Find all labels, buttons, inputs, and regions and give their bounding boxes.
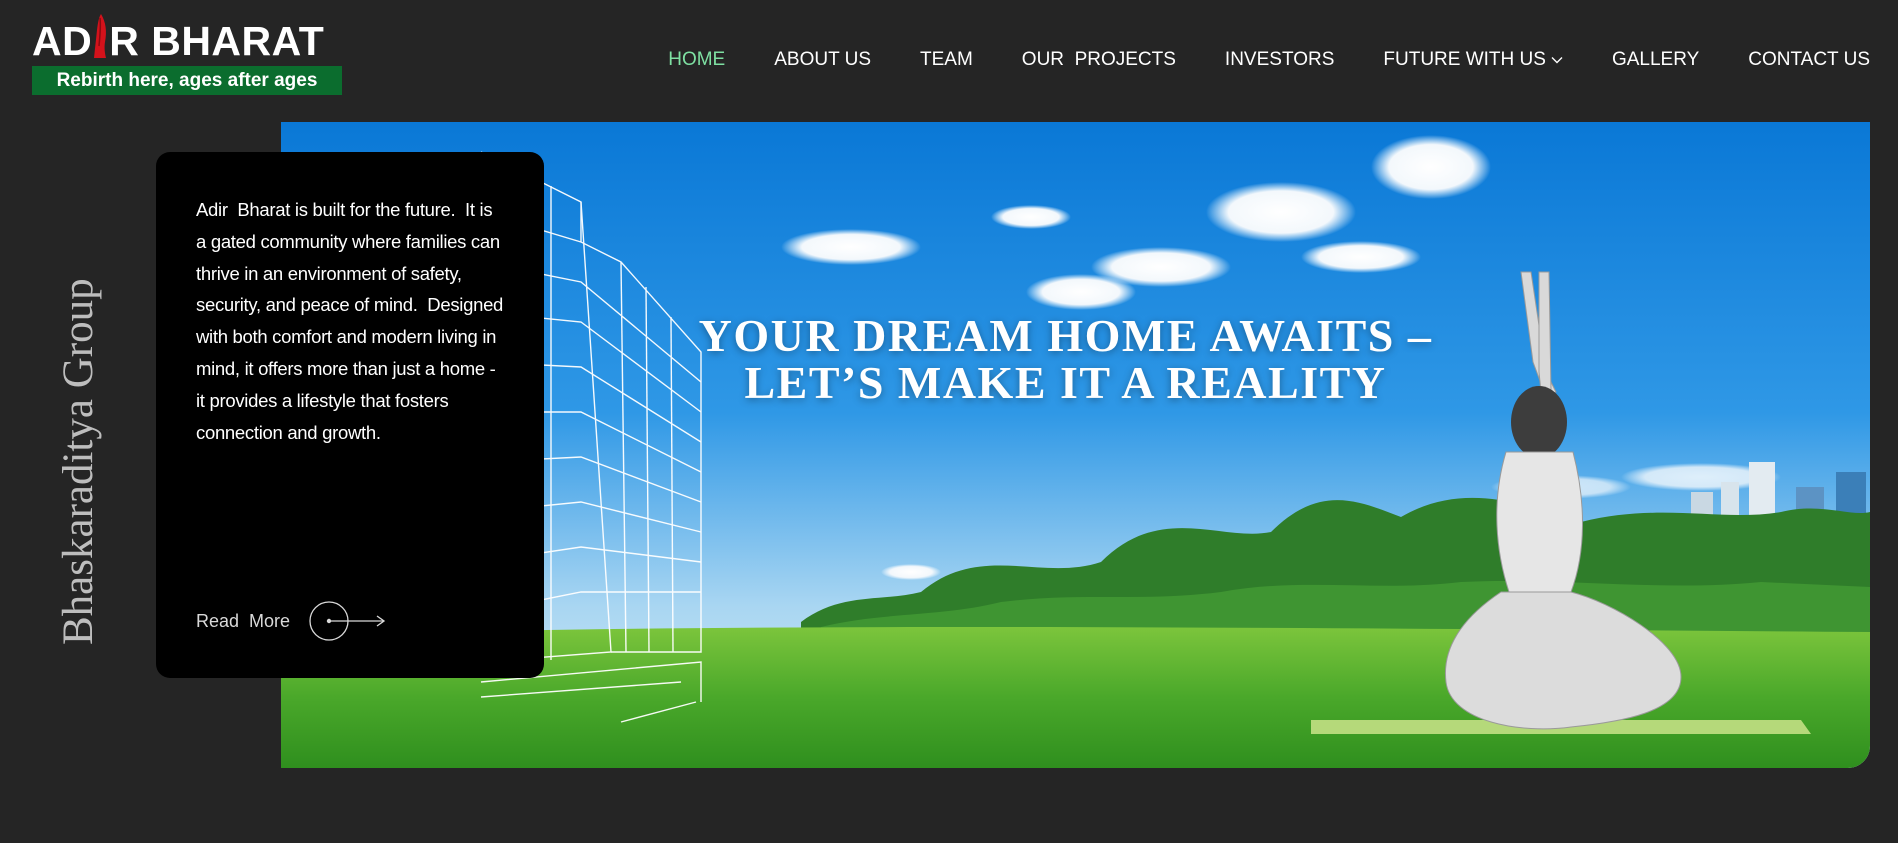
nav-future-with-us[interactable]: FUTURE WITH US xyxy=(1383,49,1563,71)
nav-future-with-us-label: FUTURE WITH US xyxy=(1383,49,1546,70)
nav-our-projects[interactable]: OUR PROJECTS xyxy=(1022,49,1176,71)
nav-gallery[interactable]: GALLERY xyxy=(1612,49,1699,71)
nav-team[interactable]: TEAM xyxy=(920,49,973,71)
side-brand-text: Bhaskaraditya Group xyxy=(55,278,102,645)
arrow-right-circle-icon[interactable] xyxy=(308,599,388,643)
logo-title: AD R BHARAT xyxy=(32,14,324,62)
nav-investors[interactable]: INVESTORS xyxy=(1225,49,1334,71)
logo-tagline: Rebirth here, ages after ages xyxy=(32,66,342,95)
nav-about-us[interactable]: ABOUT US xyxy=(774,49,871,71)
read-more-label: Read More xyxy=(196,610,291,631)
info-card-text: Adir Bharat is built for the future. It … xyxy=(196,199,508,443)
info-card: Adir Bharat is built for the future. It … xyxy=(156,152,544,678)
nav-contact-us[interactable]: CONTACT US xyxy=(1748,49,1870,71)
nav-our-projects-label: OUR PROJECTS xyxy=(1021,49,1176,70)
site-logo[interactable]: AD R BHARAT Rebirth here, ages after ages xyxy=(32,14,344,96)
chevron-down-icon xyxy=(1551,57,1563,64)
read-more-link[interactable]: Read More xyxy=(196,599,388,643)
nav-home[interactable]: HOME xyxy=(668,49,725,71)
main-nav: HOME ABOUT US TEAM OUR PROJECTS INVESTOR… xyxy=(619,49,1870,71)
logo-i-mark xyxy=(93,14,108,58)
